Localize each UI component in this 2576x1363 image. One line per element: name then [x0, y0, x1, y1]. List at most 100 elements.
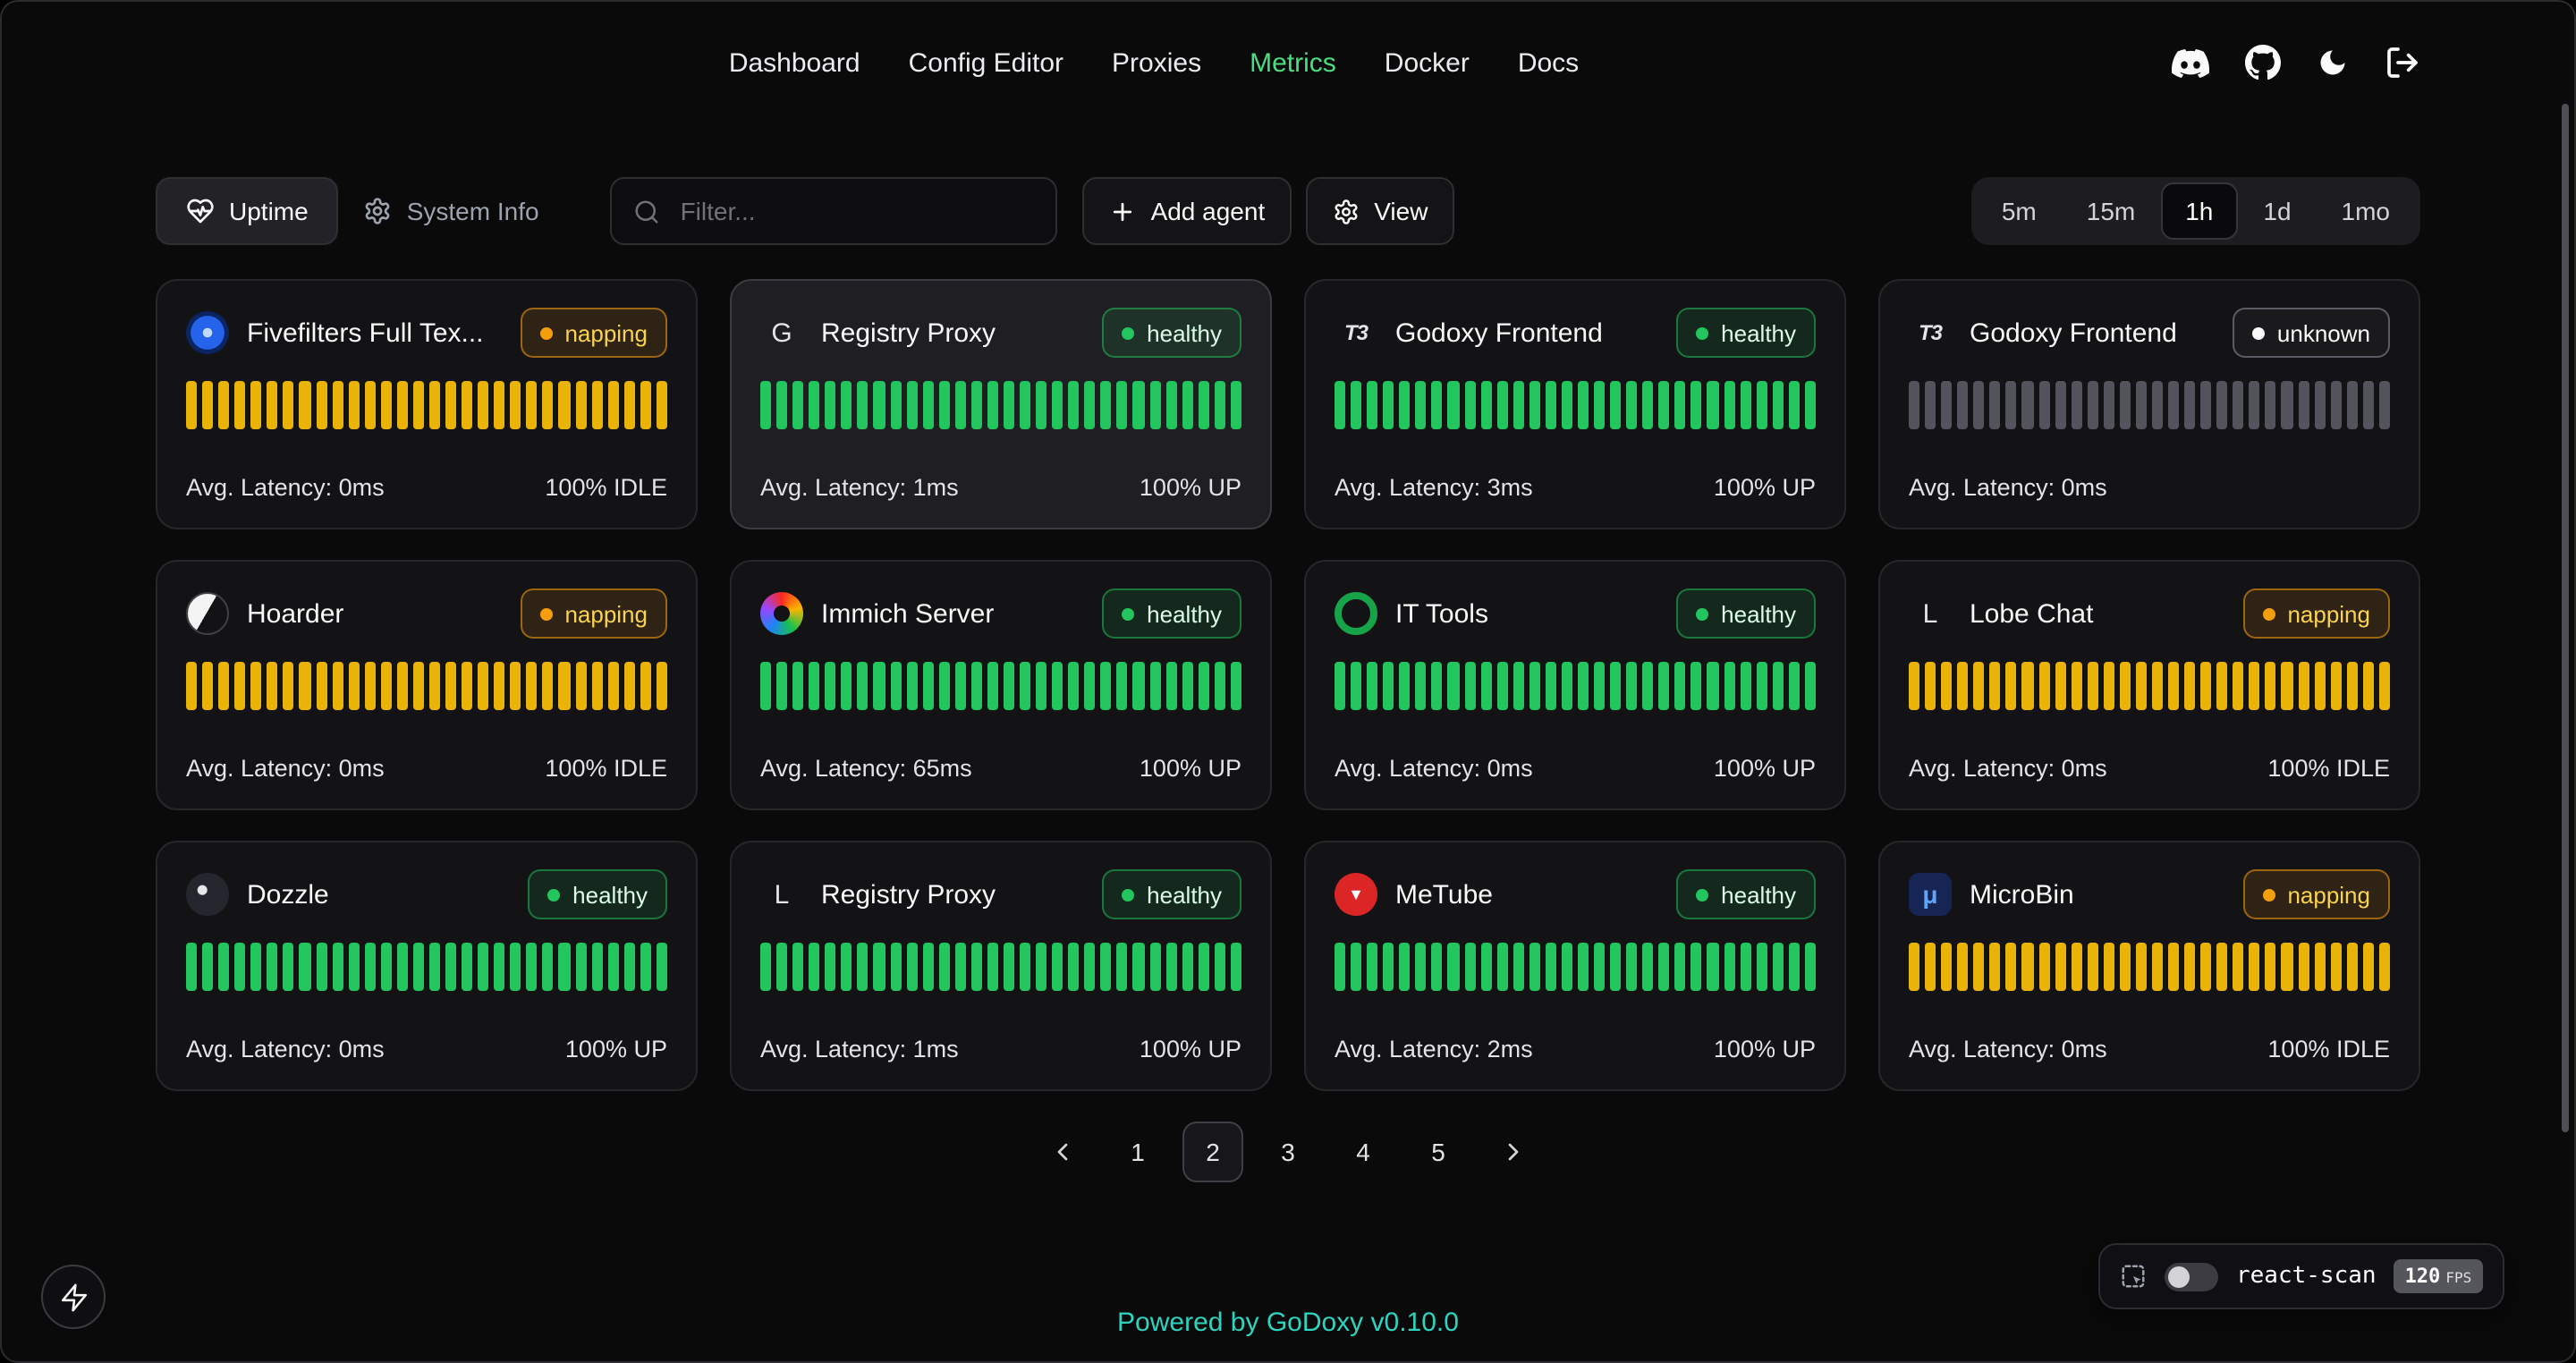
- uptime-bar: [1416, 381, 1427, 429]
- service-card[interactable]: IT Tools healthy Avg. Latency: 0ms 100% …: [1304, 560, 1846, 810]
- uptime-bar: [2136, 662, 2147, 710]
- uptime-bar: [842, 381, 852, 429]
- service-card[interactable]: Hoarder napping Avg. Latency: 0ms 100% I…: [156, 560, 698, 810]
- uptime-bar: [2314, 943, 2325, 991]
- nav-docs[interactable]: Docs: [1518, 47, 1579, 78]
- uptime-bar: [1068, 943, 1079, 991]
- uptime-bar: [938, 943, 949, 991]
- uptime-bar: [413, 943, 424, 991]
- uptime-bar: [776, 381, 787, 429]
- uptime-bars: [1909, 943, 2390, 991]
- uptime-bar: [1805, 662, 1816, 710]
- uptime-bar: [300, 943, 310, 991]
- uptime-label: 100% UP: [1714, 755, 1816, 782]
- nav-dashboard[interactable]: Dashboard: [729, 47, 860, 78]
- gear-icon: [364, 197, 393, 225]
- uptime-bar: [657, 943, 667, 991]
- uptime-bar: [1133, 943, 1144, 991]
- uptime-label: 100% UP: [565, 1036, 667, 1062]
- tab-system-info[interactable]: System Info: [339, 177, 564, 245]
- godoxy-brand-link[interactable]: GoDoxy: [1267, 1308, 1363, 1338]
- service-card[interactable]: T3 Godoxy Frontend healthy Avg. Latency:…: [1304, 279, 1846, 529]
- view-button[interactable]: View: [1306, 177, 1454, 245]
- uptime-bar: [938, 381, 949, 429]
- uptime-bar: [284, 943, 294, 991]
- uptime-bar: [1546, 662, 1556, 710]
- service-card[interactable]: L Registry Proxy healthy Avg. Latency: 1…: [730, 841, 1272, 1091]
- uptime-bar: [1789, 662, 1800, 710]
- uptime-bar: [2055, 662, 2065, 710]
- uptime-label: 100% UP: [1714, 474, 1816, 501]
- page-3[interactable]: 3: [1258, 1122, 1318, 1182]
- logout-icon[interactable]: [2385, 45, 2420, 80]
- page-4[interactable]: 4: [1333, 1122, 1394, 1182]
- uptime-bar: [1448, 662, 1459, 710]
- scrollbar-thumb[interactable]: [2562, 104, 2569, 1132]
- uptime-bar: [1004, 943, 1014, 991]
- page-2[interactable]: 2: [1182, 1122, 1243, 1182]
- uptime-bar: [397, 381, 408, 429]
- status-label: unknown: [2277, 319, 2370, 346]
- time-range-1mo[interactable]: 1mo: [2317, 182, 2415, 240]
- uptime-bar: [511, 662, 521, 710]
- chevron-right-icon[interactable]: [1483, 1122, 1544, 1182]
- uptime-bar: [1659, 943, 1670, 991]
- nav-metrics[interactable]: Metrics: [1250, 47, 1336, 78]
- filter-input[interactable]: [677, 195, 1035, 227]
- time-range-1h[interactable]: 1h: [2160, 182, 2238, 240]
- latency-label: Avg. Latency: 0ms: [1909, 755, 2107, 782]
- uptime-bar: [1659, 381, 1670, 429]
- nav-config-editor[interactable]: Config Editor: [909, 47, 1063, 78]
- status-badge: napping: [520, 588, 667, 639]
- page-5[interactable]: 5: [1408, 1122, 1469, 1182]
- uptime-bar: [1085, 943, 1096, 991]
- uptime-bar: [575, 381, 586, 429]
- uptime-bar: [1740, 662, 1750, 710]
- discord-icon[interactable]: [2172, 44, 2209, 81]
- uptime-bar: [809, 943, 819, 991]
- uptime-bar: [2250, 381, 2260, 429]
- react-scan-toggle[interactable]: [2165, 1262, 2218, 1291]
- service-card[interactable]: ▼ MeTube healthy Avg. Latency: 2ms 100% …: [1304, 841, 1846, 1091]
- chevron-left-icon[interactable]: [1032, 1122, 1093, 1182]
- uptime-bar: [1610, 381, 1621, 429]
- service-card[interactable]: Immich Server healthy Avg. Latency: 65ms…: [730, 560, 1272, 810]
- time-range-1d[interactable]: 1d: [2238, 182, 2316, 240]
- service-card[interactable]: Dozzle healthy Avg. Latency: 0ms 100% UP: [156, 841, 698, 1091]
- uptime-bar: [1020, 662, 1030, 710]
- uptime-bar: [2104, 662, 2114, 710]
- time-range-5m[interactable]: 5m: [1977, 182, 2062, 240]
- nav-proxies[interactable]: Proxies: [1112, 47, 1201, 78]
- uptime-bar: [2298, 381, 2309, 429]
- page-1[interactable]: 1: [1107, 1122, 1168, 1182]
- uptime-bar: [543, 943, 554, 991]
- uptime-bar: [1789, 381, 1800, 429]
- status-dot-icon: [1696, 607, 1708, 620]
- service-card[interactable]: L Lobe Chat napping Avg. Latency: 0ms 10…: [1878, 560, 2420, 810]
- uptime-bar: [1642, 381, 1653, 429]
- uptime-bar: [1941, 943, 1952, 991]
- time-range-15m[interactable]: 15m: [2062, 182, 2160, 240]
- uptime-bar: [607, 662, 618, 710]
- immich-icon: [760, 592, 803, 635]
- service-card[interactable]: G Registry Proxy healthy Avg. Latency: 1…: [730, 279, 1272, 529]
- uptime-bar: [543, 381, 554, 429]
- status-label: healthy: [1721, 600, 1796, 627]
- uptime-bar: [826, 943, 836, 991]
- uptime-bar: [1383, 381, 1394, 429]
- uptime-bar: [2152, 381, 2163, 429]
- uptime-bar: [1707, 662, 1718, 710]
- nav-docker[interactable]: Docker: [1385, 47, 1470, 78]
- uptime-bar: [640, 662, 651, 710]
- tab-uptime[interactable]: Uptime: [156, 177, 339, 245]
- uptime-bar: [1513, 943, 1523, 991]
- service-card[interactable]: μ MicroBin napping Avg. Latency: 0ms 100…: [1878, 841, 2420, 1091]
- uptime-bar: [955, 662, 966, 710]
- add-agent-button[interactable]: Add agent: [1083, 177, 1292, 245]
- service-name: Godoxy Frontend: [1395, 317, 1658, 348]
- github-icon[interactable]: [2245, 45, 2281, 80]
- service-card[interactable]: Fivefilters Full Tex... napping Avg. Lat…: [156, 279, 698, 529]
- uptime-bar: [1149, 662, 1160, 710]
- service-card[interactable]: T3 Godoxy Frontend unknown Avg. Latency:…: [1878, 279, 2420, 529]
- theme-toggle-moon-icon[interactable]: [2317, 47, 2349, 79]
